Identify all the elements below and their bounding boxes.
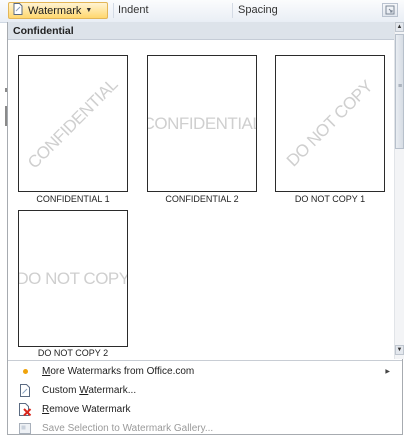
scroll-up-button[interactable]: ▲ <box>395 22 404 32</box>
watermark-thumb-do-not-copy-2[interactable]: DO NOT COPY <box>18 210 128 347</box>
watermark-preview-text: DO NOT COPY <box>282 76 377 170</box>
custom-watermark-icon <box>8 384 42 397</box>
thumb-caption: DO NOT COPY 1 <box>294 194 366 204</box>
gallery-section-title: Confidential <box>8 22 394 40</box>
ribbon-separator <box>113 3 114 18</box>
thumb-caption: CONFIDENTIAL 2 <box>165 194 239 204</box>
scroll-down-button[interactable]: ▼ <box>395 345 404 355</box>
menu-label: Custom Watermark... <box>42 385 137 396</box>
watermark-gallery-panel: Confidential CONFIDENTIAL CONFIDENTIAL 1… <box>7 22 404 438</box>
remove-watermark-icon <box>8 403 42 416</box>
spacing-label: Spacing <box>238 4 278 16</box>
menu-item-save-selection: Save Selection to Watermark Gallery... <box>8 419 402 438</box>
menu-divider <box>8 360 402 361</box>
save-to-gallery-icon <box>8 422 42 435</box>
watermark-dropdown-button[interactable]: Watermark ▼ <box>8 2 108 19</box>
thumb-caption: DO NOT COPY 2 <box>37 348 109 358</box>
scroll-thumb[interactable]: ≡ <box>395 34 404 149</box>
paragraph-dialog-launcher[interactable] <box>382 3 398 17</box>
menu-label: Save Selection to Watermark Gallery... <box>42 423 214 434</box>
chevron-down-icon: ▼ <box>85 7 93 14</box>
watermark-preview-text: CONFIDENTIAL <box>23 74 122 172</box>
menu-label: More Watermarks from Office.com <box>42 366 195 377</box>
menu-item-custom-watermark[interactable]: Custom Watermark... <box>8 381 402 400</box>
menu-label: Remove Watermark <box>42 404 131 415</box>
ribbon-separator <box>232 3 233 18</box>
watermark-preview-text: CONFIDENTIAL <box>147 113 257 133</box>
ribbon-strip: Watermark ▼ Indent Spacing <box>0 0 404 23</box>
bullet-icon <box>8 369 42 374</box>
watermark-thumb-confidential-1[interactable]: CONFIDENTIAL <box>18 55 128 192</box>
watermark-thumb-do-not-copy-1[interactable]: DO NOT COPY <box>275 55 385 192</box>
thumb-caption: CONFIDENTIAL 1 <box>36 194 110 204</box>
grip-icon: ≡ <box>398 83 403 90</box>
submenu-arrow-icon: ▶ <box>385 369 390 375</box>
menu-item-remove-watermark[interactable]: Remove Watermark <box>8 400 402 419</box>
indent-label: Indent <box>118 4 149 16</box>
menu-item-more-watermarks[interactable]: More Watermarks from Office.com ▶ <box>8 362 402 381</box>
watermark-button-label: Watermark <box>28 4 82 17</box>
watermark-thumb-confidential-2[interactable]: CONFIDENTIAL <box>147 55 257 192</box>
watermark-doc-icon <box>13 3 23 18</box>
watermark-preview-text: DO NOT COPY <box>18 268 128 288</box>
gallery-scrollbar[interactable]: ▲ ≡ ▼ <box>394 22 404 359</box>
dialog-launcher-icon <box>385 5 395 15</box>
